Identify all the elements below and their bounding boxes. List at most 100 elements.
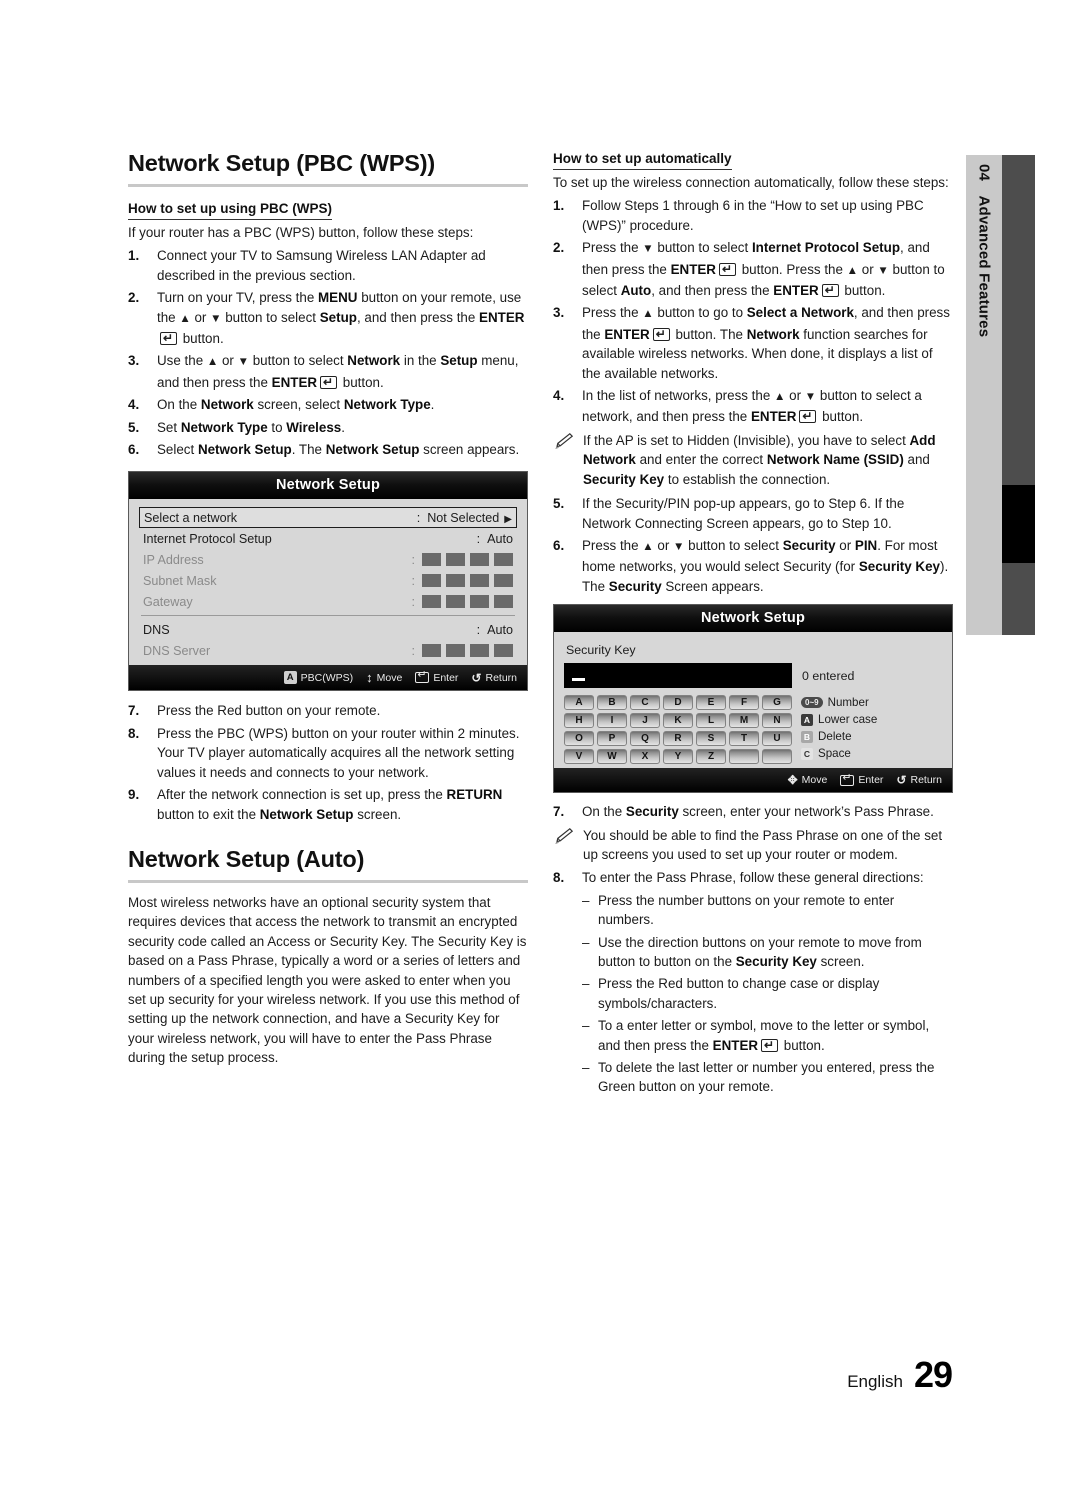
- dash-bullet: –: [582, 1060, 590, 1075]
- step-item: 2. Turn on your TV, press the MENU button…: [128, 288, 528, 348]
- keyboard-key-h[interactable]: H: [564, 713, 594, 729]
- step-number: 8.: [128, 725, 140, 741]
- value-colon: :: [411, 594, 416, 609]
- keyboard-key-n[interactable]: N: [762, 713, 792, 729]
- step-number: 3.: [128, 353, 140, 369]
- step-item: 1. Connect your TV to Samsung Wireless LA…: [128, 246, 528, 285]
- keyboard-key-p[interactable]: P: [597, 731, 627, 747]
- network-setup-row[interactable]: Select a network: Not Selected: [139, 507, 517, 529]
- keyboard-key-o[interactable]: O: [564, 731, 594, 747]
- manual-page: 04 Advanced Features Network Setup (PBC …: [0, 0, 1080, 1494]
- ip-octet-boxes: [422, 644, 513, 658]
- ip-octet-box: [494, 644, 513, 658]
- step-number: 6.: [128, 442, 140, 458]
- chapter-number: 04: [975, 164, 993, 182]
- keyboard-key-m[interactable]: M: [729, 713, 759, 729]
- network-setup-row-value: :: [412, 574, 513, 588]
- note-pass-phrase-text: You should be able to find the Pass Phra…: [583, 827, 943, 862]
- entered-count: 0 entered: [802, 668, 855, 683]
- keyboard-key-c[interactable]: C: [630, 695, 660, 711]
- keyboard-key-blank[interactable]: [762, 749, 792, 765]
- keyboard-key-t[interactable]: T: [729, 731, 759, 747]
- keyboard-key-w[interactable]: W: [597, 749, 627, 765]
- keyboard-key-r[interactable]: R: [663, 731, 693, 747]
- value-text: Auto: [487, 622, 513, 637]
- page-title: Network Setup (PBC (WPS)): [128, 150, 528, 187]
- keyboard-legend-label: Lower case: [818, 713, 878, 727]
- keyboard-key-d[interactable]: D: [663, 695, 693, 711]
- security-key-field-label: Security Key: [566, 643, 636, 658]
- keyboard-key-v[interactable]: V: [564, 749, 594, 765]
- keyboard-key-u[interactable]: U: [762, 731, 792, 747]
- step-number: 5.: [553, 496, 565, 512]
- keyboard-legend-label: Delete: [818, 730, 852, 744]
- osd-footer-hint-label: Enter: [858, 774, 884, 787]
- left-steps-after-list: 7. Press the Red button on your remote. 8.…: [128, 701, 528, 823]
- network-setup-row[interactable]: DNS: Auto: [139, 619, 517, 640]
- auto-paragraph: Most wireless networks have an optional …: [128, 894, 527, 1066]
- keyboard-key-f[interactable]: F: [729, 695, 759, 711]
- keyboard-key-i[interactable]: I: [597, 713, 627, 729]
- value-colon: :: [476, 531, 481, 546]
- step-text: Select Network Setup. The Network Setup …: [157, 442, 520, 458]
- keyboard-key-y[interactable]: Y: [663, 749, 693, 765]
- keyboard-key-b[interactable]: B: [597, 695, 627, 711]
- value-colon: :: [416, 510, 421, 525]
- pencil-icon: [555, 827, 574, 844]
- keyboard-key-x[interactable]: X: [630, 749, 660, 765]
- security-osd-footer-bar: Move Enter Return: [554, 768, 952, 793]
- network-setup-row[interactable]: Internet Protocol Setup: Auto: [139, 528, 517, 549]
- ip-octet-boxes: [422, 553, 513, 567]
- keyboard-key-j[interactable]: J: [630, 713, 660, 729]
- step-number: 2.: [128, 290, 140, 306]
- step-text: Press the ▲ or ▼ button to select Securi…: [582, 537, 949, 594]
- security-key-input[interactable]: [564, 663, 792, 689]
- osd-footer-hint: Return: [471, 671, 517, 685]
- keyboard-key-a[interactable]: A: [564, 695, 594, 711]
- language-label: English: [847, 1372, 903, 1391]
- step-text: Press the ▼ button to select Internet Pr…: [582, 240, 945, 300]
- keyboard-legend-item: A Lower case: [801, 713, 877, 726]
- keyboard-key-l[interactable]: L: [696, 713, 726, 729]
- left-column: Network Setup (PBC (WPS)) How to set up …: [128, 150, 528, 1068]
- keyboard-key-q[interactable]: Q: [630, 731, 660, 747]
- ip-octet-box: [422, 574, 441, 588]
- ip-octet-box: [470, 574, 489, 588]
- osd-footer-hint: Enter: [415, 668, 459, 684]
- osd-footer-hint-label: Enter: [433, 671, 459, 684]
- step-number: 7.: [553, 804, 565, 820]
- osd-footer-hint: Move: [366, 670, 403, 685]
- step-text: Press the ▲ button to go to Select a Net…: [582, 305, 950, 380]
- enter-key-icon: [840, 771, 855, 786]
- page-number: 29: [913, 1354, 953, 1395]
- chapter-marker-bar: [1002, 485, 1035, 563]
- keyboard-key-z[interactable]: Z: [696, 749, 726, 765]
- osd-footer-hint-label: PBC(WPS): [300, 671, 354, 684]
- step-number: 5.: [128, 419, 140, 435]
- keyboard-key-e[interactable]: E: [696, 695, 726, 711]
- keyboard-legend: 0~9 Number A Lower case B Delete C Space: [801, 695, 877, 764]
- color-key-a-icon: A: [801, 713, 813, 726]
- keyboard-legend-label: Space: [818, 747, 851, 761]
- right-column: How to set up automatically To set up th…: [553, 150, 953, 1097]
- step-text: On the Network screen, select Network Ty…: [157, 397, 435, 413]
- onscreen-keyboard[interactable]: ABCDEFG HIJKLMN OPQRSTU VWXYZ: [564, 695, 792, 765]
- step-item: 7. On the Security screen, enter your net…: [553, 802, 953, 821]
- ip-octet-box: [470, 644, 489, 658]
- note-hidden-ap: If the AP is set to Hidden (Invisible), …: [553, 431, 953, 489]
- keyboard-key-g[interactable]: G: [762, 695, 792, 711]
- osd-footer-hint: Move: [788, 773, 828, 787]
- text-cursor: [572, 677, 585, 681]
- dash-bullet: –: [582, 934, 590, 950]
- section-title-auto: Network Setup (Auto): [128, 846, 528, 883]
- keyboard-key-s[interactable]: S: [696, 731, 726, 747]
- keyboard-key-k[interactable]: K: [663, 713, 693, 729]
- value-colon: :: [411, 552, 416, 567]
- keyboard-key-blank[interactable]: [729, 749, 759, 765]
- ip-octet-box: [470, 595, 489, 609]
- direction-text: Use the direction buttons on your remote…: [598, 934, 922, 969]
- color-key-a-icon: A: [283, 671, 297, 685]
- right-steps-list: 1. Follow Steps 1 through 6 in the “How t…: [553, 196, 953, 426]
- note-pass-phrase: You should be able to find the Pass Phra…: [553, 826, 953, 865]
- keyboard-legend-item: B Delete: [801, 730, 877, 743]
